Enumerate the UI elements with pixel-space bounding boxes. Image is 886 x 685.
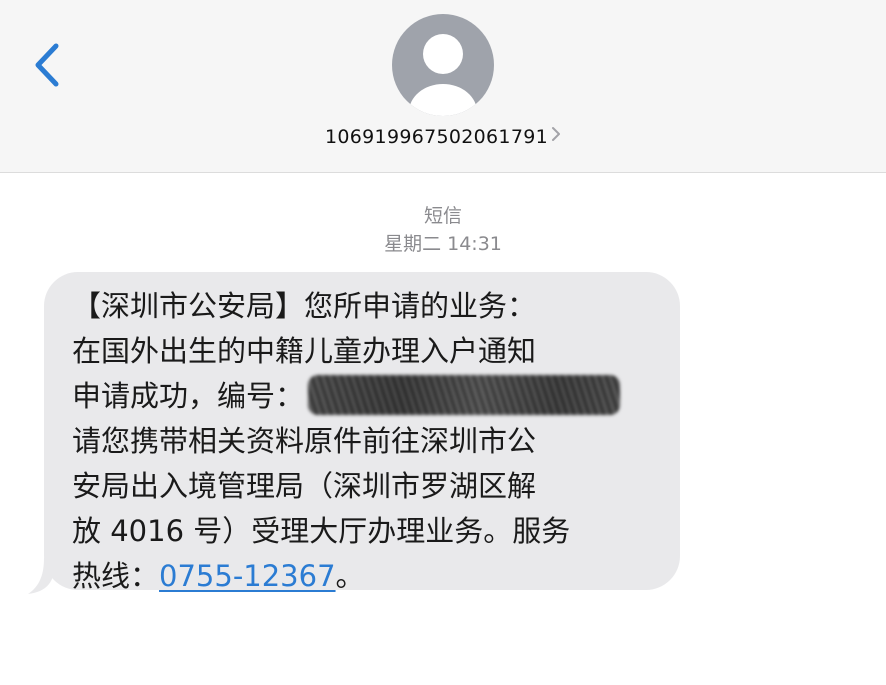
hotline-label: 热线： bbox=[72, 559, 160, 593]
message-timestamp: 星期二 14:31 bbox=[384, 233, 502, 255]
message-line-text: 申请成功，编号： bbox=[72, 379, 305, 413]
message-line: 请您携带相关资料原件前往深圳市公 bbox=[72, 424, 537, 458]
contact-details-row[interactable]: 106919967502061791 bbox=[0, 126, 886, 148]
message-line: 申请成功，编号： bbox=[72, 374, 672, 419]
conversation-header: 106919967502061791 bbox=[0, 0, 886, 173]
message-line: 安局出入境管理局（深圳市罗湖区解 bbox=[72, 469, 537, 503]
person-icon bbox=[409, 34, 477, 116]
contact-number: 106919967502061791 bbox=[325, 126, 548, 148]
message-line: 放 4016 号）受理大厅办理业务。服务 bbox=[72, 514, 571, 548]
contact-avatar[interactable] bbox=[392, 14, 494, 116]
message-line-end: 。 bbox=[335, 559, 365, 593]
message-line: 热线：0755-12367。 bbox=[72, 554, 672, 599]
message-type-label: 短信 bbox=[423, 205, 462, 227]
message-line: 【深圳市公安局】您所申请的业务： bbox=[72, 289, 537, 323]
message-line: 在国外出生的中籍儿童办理入户通知 bbox=[72, 334, 537, 368]
chevron-right-icon bbox=[551, 125, 561, 147]
redacted-number bbox=[308, 375, 621, 415]
back-button[interactable] bbox=[28, 40, 68, 90]
chevron-left-icon bbox=[35, 43, 59, 87]
hotline-phone-link[interactable]: 0755-12367 bbox=[159, 559, 336, 593]
message-text: 【深圳市公安局】您所申请的业务： 在国外出生的中籍儿童办理入户通知 申请成功，编… bbox=[72, 284, 672, 599]
